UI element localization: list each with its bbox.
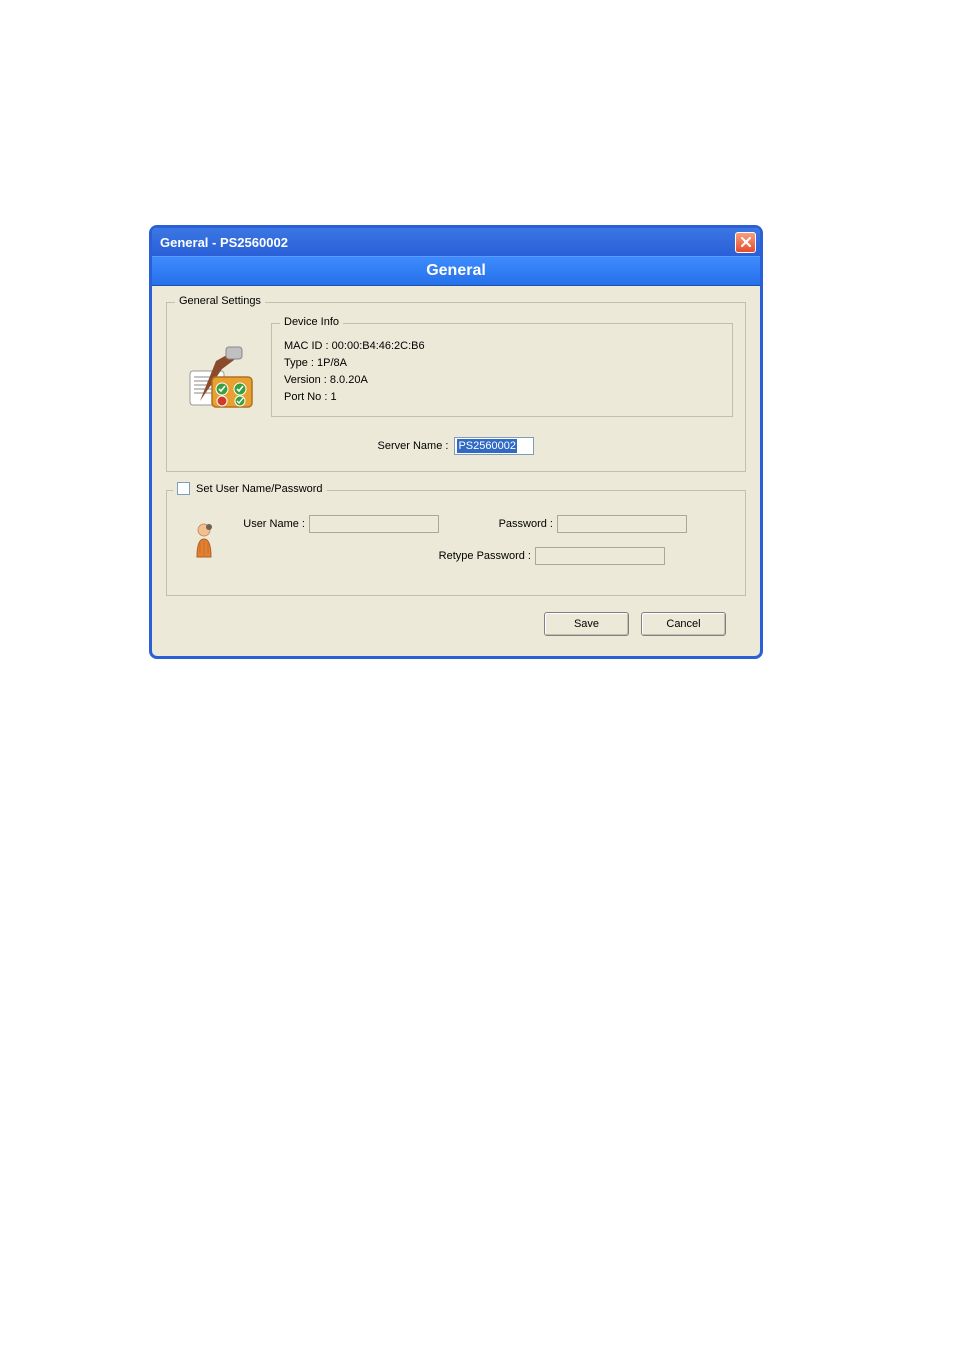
set-credentials-checkbox[interactable]: [177, 482, 190, 495]
device-info-version: Version : 8.0.20A: [284, 372, 720, 389]
close-icon: [740, 236, 752, 248]
device-info-wrapper: Device Info MAC ID : 00:00:B4:46:2C:B6 T…: [271, 319, 733, 417]
credentials-fieldset: Set User Name/Password Use: [166, 490, 746, 596]
general-settings-body: Device Info MAC ID : 00:00:B4:46:2C:B6 T…: [179, 319, 733, 417]
password-input[interactable]: [557, 515, 687, 533]
server-name-row: Server Name : PS2560002: [179, 437, 733, 455]
device-info-macid: MAC ID : 00:00:B4:46:2C:B6: [284, 338, 720, 355]
header-band: General: [152, 256, 760, 286]
user-icon-area: [185, 521, 223, 562]
device-info-fieldset: Device Info MAC ID : 00:00:B4:46:2C:B6 T…: [271, 323, 733, 417]
credentials-area: User Name : Password : Retype Password :: [179, 515, 733, 579]
titlebar-text: General - PS2560002: [160, 235, 288, 250]
device-info-type: Type : 1P/8A: [284, 355, 720, 372]
retype-password-input[interactable]: [535, 547, 665, 565]
general-settings-legend: General Settings: [175, 295, 265, 307]
server-name-label: Server Name :: [378, 440, 449, 452]
settings-icon-area: [179, 337, 259, 417]
button-row: Save Cancel: [166, 612, 746, 642]
general-settings-fieldset: General Settings: [166, 302, 746, 472]
dialog-content: General Settings: [152, 286, 760, 656]
credentials-fields: User Name : Password : Retype Password :: [235, 515, 733, 579]
settings-icon: [184, 341, 254, 414]
close-button[interactable]: [735, 232, 756, 253]
password-label: Password :: [463, 518, 553, 530]
save-button[interactable]: Save: [544, 612, 629, 636]
set-credentials-label: Set User Name/Password: [196, 483, 323, 495]
set-credentials-row: Set User Name/Password: [173, 482, 327, 495]
user-icon: [189, 521, 219, 562]
server-name-input[interactable]: PS2560002: [454, 437, 534, 455]
retype-row: Retype Password :: [235, 547, 733, 565]
retype-label: Retype Password :: [235, 550, 531, 562]
general-dialog: General - PS2560002 General General Sett…: [149, 225, 763, 659]
titlebar: General - PS2560002: [152, 228, 760, 256]
username-input[interactable]: [309, 515, 439, 533]
device-info-portno: Port No : 1: [284, 389, 720, 406]
header-band-text: General: [426, 262, 486, 280]
username-row: User Name : Password :: [235, 515, 733, 533]
username-label: User Name :: [235, 518, 305, 530]
cancel-button[interactable]: Cancel: [641, 612, 726, 636]
device-info-legend: Device Info: [280, 316, 343, 328]
